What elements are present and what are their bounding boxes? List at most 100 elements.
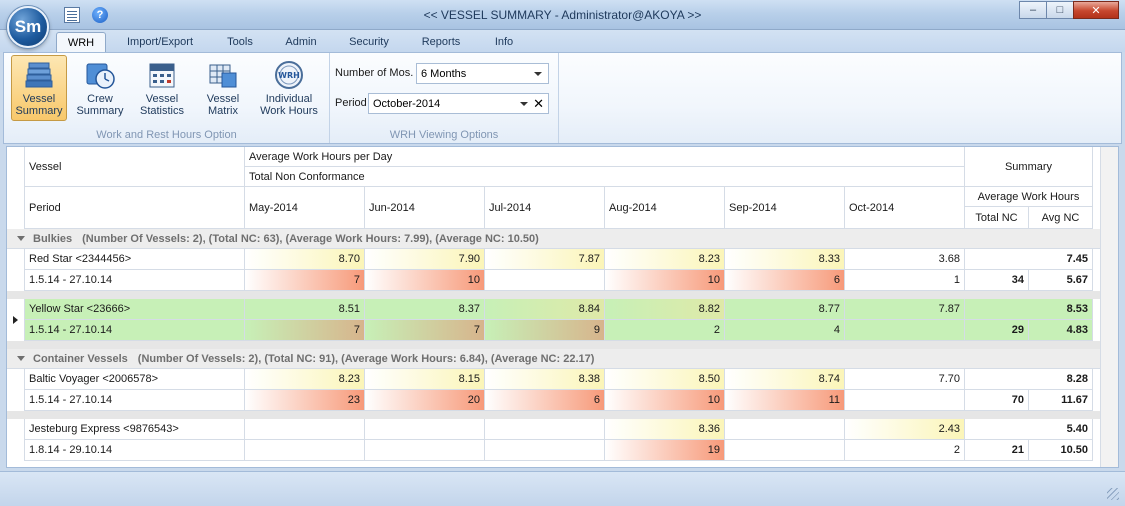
summary-avg-hours-cell[interactable]: 5.40 xyxy=(965,419,1093,440)
nc-cell[interactable]: 7 xyxy=(365,320,485,341)
avg-hours-cell[interactable]: 8.33 xyxy=(725,249,845,270)
nc-cell[interactable]: 4 xyxy=(725,320,845,341)
nc-cell[interactable]: 20 xyxy=(365,390,485,411)
avg-hours-cell[interactable]: 7.70 xyxy=(845,369,965,390)
vessel-summary-grid[interactable]: Vessel Period Average Work Hours per Day To… xyxy=(6,146,1119,468)
nc-cell[interactable]: 2 xyxy=(845,440,965,461)
nc-cell[interactable]: 23 xyxy=(245,390,365,411)
vessel-statistics-button[interactable]: Vessel Statistics xyxy=(134,55,190,121)
avg-hours-cell[interactable]: 8.36 xyxy=(605,419,725,440)
nc-cell[interactable]: 10 xyxy=(605,270,725,291)
column-header-vessel[interactable]: Vessel xyxy=(25,147,245,187)
avg-hours-cell[interactable]: 8.77 xyxy=(725,299,845,320)
nc-cell[interactable]: 6 xyxy=(725,270,845,291)
summary-avg-nc-cell[interactable]: 11.67 xyxy=(1029,390,1093,411)
app-menu-button[interactable]: Sm xyxy=(7,6,49,48)
column-header-avg-nc[interactable]: Avg NC xyxy=(1029,207,1093,229)
summary-avg-nc-cell[interactable]: 4.83 xyxy=(1029,320,1093,341)
resize-grip-icon[interactable] xyxy=(1107,488,1119,500)
column-header-total-nc[interactable]: Total NC xyxy=(965,207,1029,229)
tab-tools[interactable]: Tools xyxy=(218,32,262,53)
column-header-month[interactable]: Sep-2014 xyxy=(725,187,845,229)
group-row[interactable]: Bulkies (Number Of Vessels: 2), (Total NC… xyxy=(7,229,1101,249)
summary-total-nc-cell[interactable]: 70 xyxy=(965,390,1029,411)
collapse-caret-icon[interactable] xyxy=(17,236,25,241)
vessel-matrix-button[interactable]: Vessel Matrix xyxy=(195,55,251,121)
avg-hours-cell[interactable]: 7.87 xyxy=(845,299,965,320)
vessel-period-cell[interactable]: 1.5.14 - 27.10.14 xyxy=(25,390,245,411)
vessel-summary-button[interactable]: Vessel Summary xyxy=(11,55,67,121)
group-row[interactable]: Container Vessels (Number Of Vessels: 2),… xyxy=(7,349,1101,369)
avg-hours-cell[interactable]: 3.68 xyxy=(845,249,965,270)
nc-cell[interactable] xyxy=(845,320,965,341)
collapse-caret-icon[interactable] xyxy=(17,356,25,361)
vessel-period-cell[interactable]: 1.5.14 - 27.10.14 xyxy=(25,270,245,291)
tab-reports[interactable]: Reports xyxy=(414,32,468,53)
nc-cell[interactable] xyxy=(725,440,845,461)
maximize-button[interactable]: □ xyxy=(1046,1,1074,19)
column-header-month[interactable]: Jun-2014 xyxy=(365,187,485,229)
tab-info[interactable]: Info xyxy=(486,32,522,53)
avg-hours-cell[interactable]: 8.23 xyxy=(605,249,725,270)
avg-hours-cell[interactable]: 8.15 xyxy=(365,369,485,390)
nc-cell[interactable] xyxy=(245,440,365,461)
tab-wrh[interactable]: WRH xyxy=(56,32,106,53)
summary-avg-nc-cell[interactable]: 5.67 xyxy=(1029,270,1093,291)
summary-avg-hours-cell[interactable]: 7.45 xyxy=(965,249,1093,270)
tab-admin[interactable]: Admin xyxy=(278,32,324,53)
minimize-button[interactable]: – xyxy=(1019,1,1047,19)
avg-hours-cell[interactable]: 8.37 xyxy=(365,299,485,320)
tab-security[interactable]: Security xyxy=(342,32,396,53)
column-header-period[interactable]: Period xyxy=(25,187,245,229)
avg-hours-cell[interactable]: 8.84 xyxy=(485,299,605,320)
summary-avg-nc-cell[interactable]: 10.50 xyxy=(1029,440,1093,461)
nc-cell[interactable] xyxy=(845,390,965,411)
months-dropdown[interactable]: 6 Months xyxy=(416,63,549,84)
tab-import-export[interactable]: Import/Export xyxy=(118,32,202,53)
avg-hours-cell[interactable]: 8.82 xyxy=(605,299,725,320)
avg-hours-cell[interactable] xyxy=(485,419,605,440)
nc-cell[interactable] xyxy=(485,440,605,461)
individual-work-hours-button[interactable]: WRH Individual Work Hours xyxy=(256,55,322,121)
avg-hours-cell[interactable] xyxy=(245,419,365,440)
summary-total-nc-cell[interactable]: 34 xyxy=(965,270,1029,291)
vessel-name-cell[interactable]: Baltic Voyager <2006578> xyxy=(25,369,245,390)
avg-hours-cell[interactable]: 2.43 xyxy=(845,419,965,440)
nc-cell[interactable]: 6 xyxy=(485,390,605,411)
row-indicator[interactable] xyxy=(7,369,25,411)
close-button[interactable]: ✕ xyxy=(1073,1,1119,19)
vessel-period-cell[interactable]: 1.8.14 - 29.10.14 xyxy=(25,440,245,461)
nc-cell[interactable]: 10 xyxy=(605,390,725,411)
summary-total-nc-cell[interactable]: 29 xyxy=(965,320,1029,341)
avg-hours-cell[interactable]: 7.87 xyxy=(485,249,605,270)
chevron-down-icon[interactable] xyxy=(520,102,528,106)
summary-avg-hours-cell[interactable]: 8.53 xyxy=(965,299,1093,320)
nc-cell[interactable]: 11 xyxy=(725,390,845,411)
nc-cell[interactable]: 19 xyxy=(605,440,725,461)
vessel-name-cell[interactable]: Jesteburg Express <9876543> xyxy=(25,419,245,440)
column-header-month[interactable]: Jul-2014 xyxy=(485,187,605,229)
period-dropdown[interactable]: October-2014 ✕ xyxy=(368,93,549,114)
avg-hours-cell[interactable]: 8.23 xyxy=(245,369,365,390)
nc-cell[interactable]: 10 xyxy=(365,270,485,291)
row-indicator[interactable] xyxy=(7,419,25,461)
nc-cell[interactable]: 2 xyxy=(605,320,725,341)
nc-cell[interactable]: 7 xyxy=(245,270,365,291)
vessel-name-cell[interactable]: Yellow Star <23666> xyxy=(25,299,245,320)
avg-hours-cell[interactable] xyxy=(365,419,485,440)
nc-cell[interactable]: 7 xyxy=(245,320,365,341)
nc-cell[interactable] xyxy=(485,270,605,291)
nc-cell[interactable] xyxy=(365,440,485,461)
nc-cell[interactable]: 1 xyxy=(845,270,965,291)
vessel-name-cell[interactable]: Red Star <2344456> xyxy=(25,249,245,270)
column-header-month[interactable]: May-2014 xyxy=(245,187,365,229)
summary-total-nc-cell[interactable]: 21 xyxy=(965,440,1029,461)
vertical-scrollbar[interactable] xyxy=(1100,147,1118,467)
avg-hours-cell[interactable]: 8.50 xyxy=(605,369,725,390)
vessel-period-cell[interactable]: 1.5.14 - 27.10.14 xyxy=(25,320,245,341)
avg-hours-cell[interactable]: 7.90 xyxy=(365,249,485,270)
crew-summary-button[interactable]: Crew Summary xyxy=(72,55,128,121)
avg-hours-cell[interactable]: 8.51 xyxy=(245,299,365,320)
clear-icon[interactable]: ✕ xyxy=(533,96,544,112)
avg-hours-cell[interactable]: 8.70 xyxy=(245,249,365,270)
